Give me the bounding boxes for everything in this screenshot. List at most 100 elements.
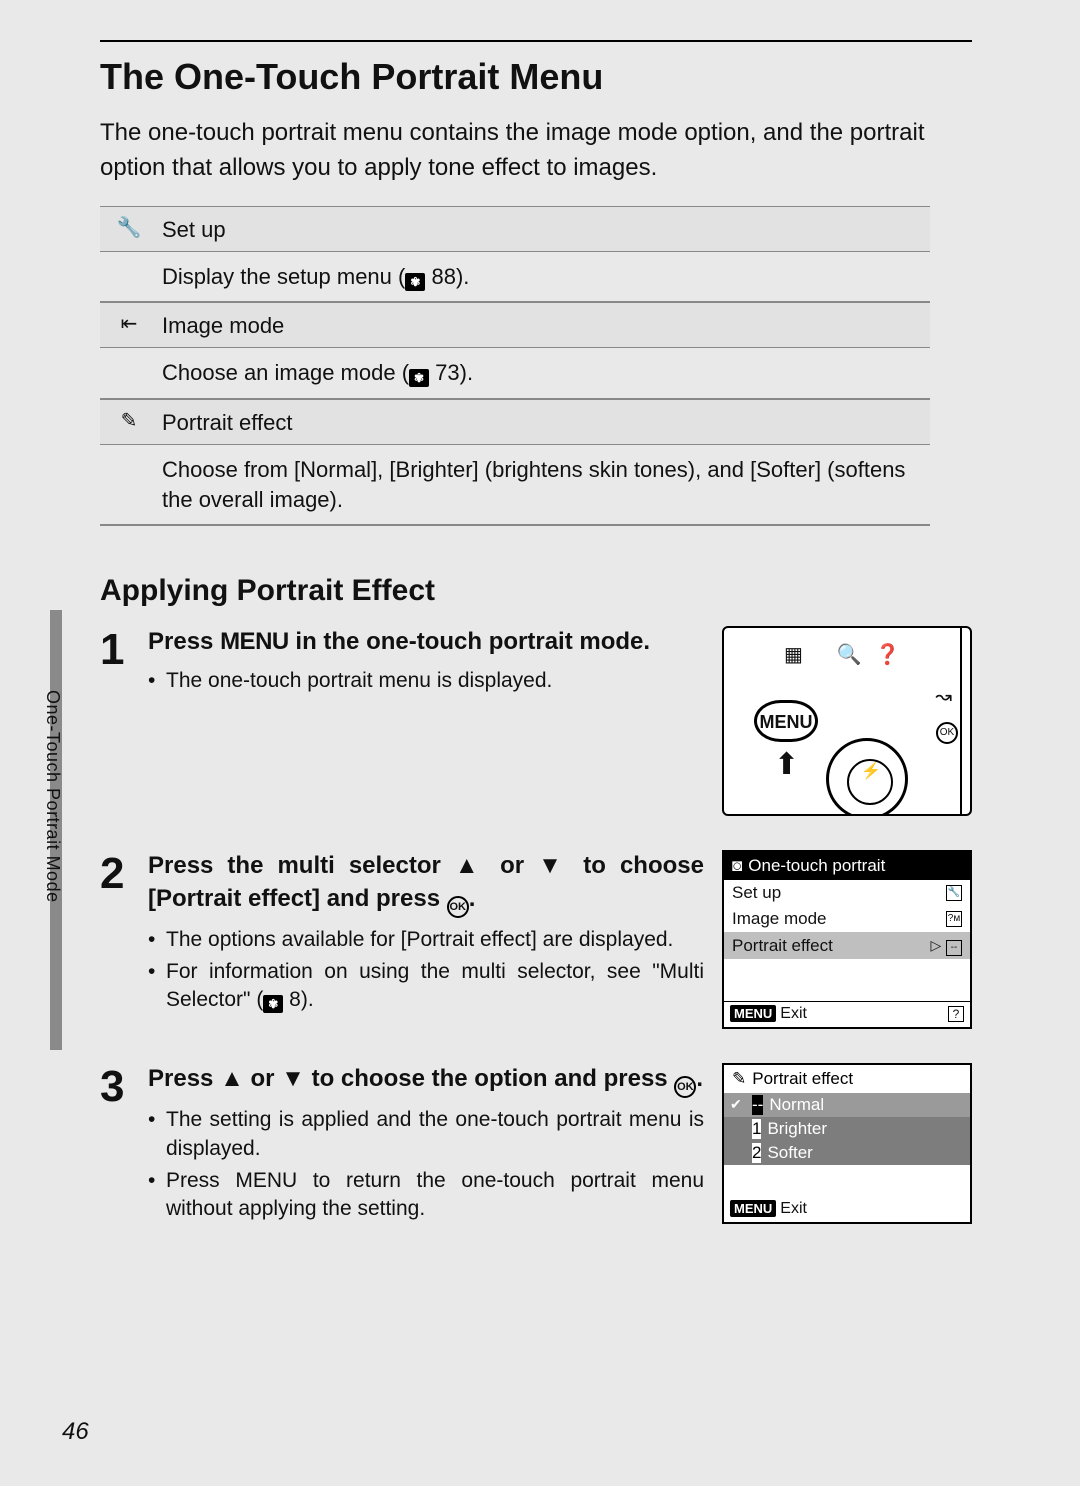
- page-title: The One-Touch Portrait Menu: [100, 56, 972, 98]
- option-setup-header: 🔧 Set up: [100, 206, 930, 252]
- flash-icon: ⚡: [861, 761, 881, 781]
- portraiteffect-icon: ✎: [732, 1069, 746, 1089]
- page-number: 46: [62, 1418, 89, 1446]
- page-ref-icon: ✾: [263, 995, 283, 1013]
- lcd-menu-row-imagemode: Image mode ?ᴍ: [724, 906, 970, 932]
- option-badge-icon: 2: [752, 1143, 761, 1163]
- arrow-up-icon: ⬆: [774, 750, 799, 780]
- step-bullets: The options available for [Portrait effe…: [148, 926, 704, 1015]
- imagemode-icon: ⇤: [100, 303, 158, 347]
- option-setup-desc: Display the setup menu (✾ 88).: [100, 252, 930, 303]
- portraiteffect-icon: ✎: [100, 400, 158, 444]
- page-ref: 8: [289, 988, 301, 1011]
- text: .: [696, 1065, 703, 1092]
- option-portraiteffect-header: ✎ Portrait effect: [100, 399, 930, 445]
- text: ).: [301, 988, 314, 1011]
- lcd-option-brighter: 1 Brighter: [724, 1117, 970, 1141]
- text: Exit: [780, 1200, 807, 1217]
- text: Image mode: [732, 909, 827, 929]
- setup-icon: 🔧: [946, 885, 962, 901]
- chevron-right-icon: ▷: [930, 937, 941, 953]
- multi-selector-icon: ⚡: [826, 738, 908, 816]
- page-ref: 88: [431, 264, 455, 289]
- setup-icon: 🔧: [100, 207, 158, 251]
- up-triangle-icon: [455, 852, 486, 879]
- camera-top-icons: ▦ 🔍❓: [784, 642, 914, 667]
- step-3: 3 Press or to choose the option and pres…: [100, 1063, 972, 1227]
- camera-back-illustration: ▦ 🔍❓ MENU ⬆ ↝ OK ⚡: [722, 626, 972, 816]
- text: Set up: [732, 883, 781, 903]
- page-ref: 73: [435, 360, 459, 385]
- bullet: Press MENU to return the one-touch portr…: [148, 1167, 704, 1224]
- option-imagemode-desc: Choose an image mode (✾ 73).: [100, 348, 930, 399]
- bullet: For information on using the multi selec…: [148, 958, 704, 1015]
- text: ).: [460, 360, 473, 385]
- option-portraiteffect-desc: Choose from [Normal], [Brighter] (bright…: [100, 445, 930, 525]
- text: Brighter: [767, 1119, 827, 1139]
- intro-paragraph: The one-touch portrait menu contains the…: [100, 116, 972, 186]
- down-triangle-icon: [538, 852, 569, 879]
- text: .: [469, 885, 476, 912]
- up-triangle-icon: [220, 1065, 244, 1092]
- bullet: The options available for [Portrait effe…: [148, 926, 704, 954]
- option-desc: Display the setup menu (✾ 88).: [158, 252, 930, 302]
- ok-button-icon: OK: [447, 896, 469, 918]
- menu-badge-icon: MENU: [730, 1200, 776, 1217]
- text: or: [486, 852, 538, 879]
- text: Press the multi selector: [148, 852, 455, 879]
- lcd-option-normal-selected: ✔ -- Normal: [724, 1093, 970, 1117]
- portrait-mode-icon: ◙: [732, 856, 742, 876]
- lcd-menu-screenshot-2: ✎ Portrait effect ✔ -- Normal 1 Brighter…: [722, 1063, 972, 1227]
- lcd-title: ◙ One-touch portrait: [724, 852, 970, 880]
- option-label: Image mode: [158, 303, 930, 347]
- lcd-menu-row-setup: Set up 🔧: [724, 880, 970, 906]
- option-badge-icon: 1: [752, 1119, 761, 1139]
- lcd-menu-row-portraiteffect-selected: Portrait effect ▷ --: [724, 932, 970, 959]
- options-table: 🔧 Set up Display the setup menu (✾ 88). …: [100, 206, 930, 527]
- lcd-footer: MENUExit: [724, 1197, 970, 1222]
- text: Press: [148, 628, 220, 655]
- bullet: The setting is applied and the one-touch…: [148, 1106, 704, 1163]
- lcd-option-softer: 2 Softer: [724, 1141, 970, 1165]
- text: to choose the option and press: [305, 1065, 674, 1092]
- curved-arrow-icon: ↝: [935, 684, 952, 709]
- page-ref-icon: ✾: [409, 369, 429, 387]
- content-area: The One-Touch Portrait Menu The one-touc…: [100, 40, 972, 1250]
- text: For information on using the multi selec…: [166, 960, 704, 1011]
- step-title: Press the multi selector or to choose [P…: [148, 850, 704, 917]
- imagemode-badge-icon: ?ᴍ: [946, 911, 962, 927]
- text: Press: [166, 1169, 235, 1192]
- step-bullets: The setting is applied and the one-touch…: [148, 1106, 704, 1223]
- ok-icon: OK: [936, 722, 958, 744]
- menu-button-icon: MENU: [754, 700, 818, 742]
- step-1: 1 Press MENU in the one-touch portrait m…: [100, 626, 972, 816]
- step-number: 2: [100, 850, 148, 1029]
- option-imagemode-header: ⇤ Image mode: [100, 302, 930, 348]
- effect-badge-icon: --: [946, 940, 962, 956]
- step-title: Press or to choose the option and press …: [148, 1063, 704, 1098]
- side-section-label: One-Touch Portrait Mode: [42, 690, 63, 903]
- step-number: 3: [100, 1063, 148, 1227]
- text: Softer: [767, 1143, 812, 1163]
- option-badge-icon: --: [752, 1095, 763, 1115]
- text: Portrait effect: [752, 1069, 853, 1089]
- lcd-menu-screenshot-1: ◙ One-touch portrait Set up 🔧 Image mode…: [722, 850, 972, 1029]
- text: or: [244, 1065, 281, 1092]
- menu-button-label: MENU: [235, 1169, 297, 1192]
- text: One-touch portrait: [748, 856, 885, 876]
- option-label: Portrait effect: [158, 400, 930, 444]
- checkmark-icon: ✔: [730, 1096, 742, 1113]
- step-bullets: The one-touch portrait menu is displayed…: [148, 667, 704, 695]
- lcd-title: ✎ Portrait effect: [724, 1065, 970, 1093]
- text: Exit: [780, 1005, 807, 1022]
- ok-button-icon: OK: [674, 1076, 696, 1098]
- step-2: 2 Press the multi selector or to choose …: [100, 850, 972, 1029]
- section-heading: Applying Portrait Effect: [100, 574, 972, 608]
- camera-edge: [960, 628, 970, 814]
- page-ref-icon: ✾: [405, 273, 425, 291]
- manual-page: One-Touch Portrait Mode 46 The One-Touch…: [0, 0, 1080, 1486]
- text: Normal: [769, 1095, 824, 1115]
- step-number: 1: [100, 626, 148, 816]
- text: ).: [456, 264, 469, 289]
- text: Display the setup menu (: [162, 264, 405, 289]
